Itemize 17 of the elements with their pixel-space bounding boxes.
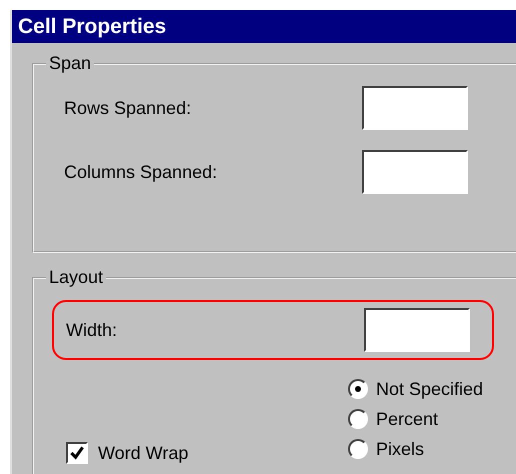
field-label: Columns Spanned: bbox=[64, 162, 218, 182]
radio-label: Pixels bbox=[376, 438, 424, 460]
checkbox[interactable] bbox=[66, 442, 88, 464]
radio-label: Percent bbox=[376, 408, 438, 430]
checkbox-label: Word Wrap bbox=[98, 442, 188, 464]
group-legend: Span bbox=[46, 53, 94, 74]
radio-button[interactable] bbox=[348, 439, 368, 459]
input-field[interactable] bbox=[364, 308, 470, 352]
input-field[interactable] bbox=[362, 86, 468, 130]
radio-button[interactable] bbox=[348, 379, 368, 399]
input-field[interactable] bbox=[362, 150, 468, 194]
radio-button[interactable] bbox=[348, 409, 368, 429]
window-title: Cell Properties bbox=[18, 14, 166, 38]
radio-label: Not Specified bbox=[376, 378, 484, 400]
group-legend: Layout bbox=[46, 267, 106, 288]
field-label: Width: bbox=[66, 320, 118, 340]
field-label: Rows Spanned: bbox=[64, 98, 192, 118]
